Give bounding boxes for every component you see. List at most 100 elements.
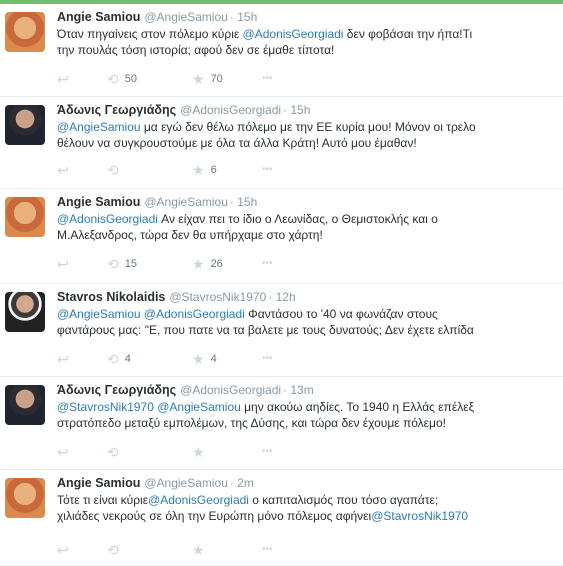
text-segment: την πουλάς τόση ιστορία; αφού δεν σε έμα… bbox=[57, 43, 335, 57]
timestamp[interactable]: · 15h bbox=[283, 103, 310, 117]
retweet-icon: ⟲ bbox=[107, 542, 119, 559]
mention-link[interactable]: @AngieSamiou bbox=[57, 120, 141, 134]
tweet-text-line: φαντάρους μας: "Ε, που πατε να τα βαλετε… bbox=[57, 322, 557, 338]
tweet-text: @AdonisGeorgiadi Αν είχαν πει το ίδιο ο … bbox=[57, 211, 557, 243]
retweet-button[interactable]: ⟲ 15 bbox=[107, 255, 137, 273]
reply-button[interactable]: ↩ bbox=[57, 255, 69, 273]
mention-link[interactable]: @AdonisGeorgiadi bbox=[57, 212, 158, 226]
timestamp[interactable]: · 15h bbox=[230, 195, 257, 209]
retweets-count: 50 bbox=[124, 73, 137, 85]
timestamp[interactable]: · 15h bbox=[230, 10, 257, 24]
mention-link[interactable]: @StavrosNik1970 bbox=[57, 400, 154, 414]
author-handle[interactable]: @AngieSamiou bbox=[144, 476, 228, 490]
more-icon: ••• bbox=[262, 446, 273, 458]
more-button[interactable]: ••• bbox=[262, 350, 273, 368]
text-segment: Όταν πηγαίνεις στον πόλεμο κύριε bbox=[57, 27, 243, 41]
retweet-button[interactable]: ⟲ 50 bbox=[107, 70, 137, 88]
mention-link[interactable]: @AdonisGeorgiadi bbox=[243, 27, 344, 41]
more-button[interactable]: ••• bbox=[262, 70, 273, 88]
more-icon: ••• bbox=[262, 73, 273, 85]
more-button[interactable]: ••• bbox=[262, 255, 273, 273]
star-button[interactable]: ★ 6 bbox=[192, 161, 217, 179]
author-name[interactable]: Angie Samiou bbox=[57, 195, 140, 209]
mention-link[interactable]: @AngieSamiou bbox=[157, 400, 241, 414]
author-name[interactable]: Άδωνις Γεωργιάδης bbox=[57, 383, 176, 397]
tweet[interactable]: Stavros Nikolaidis @StavrosNik1970 · 12h @A… bbox=[0, 284, 563, 377]
tweet-text-line: @AngieSamiou @AdonisGeorgiadi Φαντάσου τ… bbox=[57, 306, 557, 322]
tweet-text-line: την πουλάς τόση ιστορία; αφού δεν σε έμα… bbox=[57, 42, 557, 58]
retweet-icon: ⟲ bbox=[107, 256, 119, 273]
author-handle[interactable]: @AdonisGeorgiadi bbox=[180, 383, 281, 397]
avatar[interactable] bbox=[5, 292, 45, 332]
reply-button[interactable]: ↩ bbox=[57, 161, 69, 179]
favorites-count: 4 bbox=[210, 353, 217, 365]
retweets-count: 4 bbox=[124, 353, 131, 365]
avatar[interactable] bbox=[5, 105, 45, 145]
tweet[interactable]: Angie Samiou @AngieSamiou · 15h Όταν πηγαίν… bbox=[0, 4, 563, 97]
tweet-text-line: χιλιάδες νεκρούς σε όλη την Ευρώπη μόνο … bbox=[57, 508, 557, 524]
author-handle[interactable]: @StavrosNik1970 bbox=[169, 290, 266, 304]
retweet-button[interactable]: ⟲ bbox=[107, 443, 125, 461]
tweet-text-line: Τότε τι είναι κύριε@AdonisGeorgiadi ο κα… bbox=[57, 492, 557, 508]
tweet-header: Angie Samiou @AngieSamiou · 2m bbox=[57, 476, 254, 490]
reply-button[interactable]: ↩ bbox=[57, 350, 69, 368]
mention-link[interactable]: @AdonisGeorgiadi bbox=[144, 307, 245, 321]
timestamp[interactable]: · 2m bbox=[230, 476, 254, 490]
avatar[interactable] bbox=[5, 478, 45, 518]
star-icon: ★ bbox=[192, 256, 205, 273]
more-button[interactable]: ••• bbox=[262, 161, 273, 179]
star-icon: ★ bbox=[192, 71, 205, 88]
star-button[interactable]: ★ 26 bbox=[192, 255, 223, 273]
timestamp[interactable]: · 12h bbox=[268, 290, 295, 304]
author-handle[interactable]: @AngieSamiou bbox=[144, 195, 228, 209]
retweet-icon: ⟲ bbox=[107, 444, 119, 461]
tweet-text-line: @AngieSamiou μα εγώ δεν θέλω πόλεμο με τ… bbox=[57, 119, 557, 135]
avatar[interactable] bbox=[5, 197, 45, 237]
reply-button[interactable]: ↩ bbox=[57, 70, 69, 88]
tweet[interactable]: Angie Samiou @AngieSamiou · 15h @AdonisGeor… bbox=[0, 189, 563, 284]
star-icon: ★ bbox=[192, 444, 205, 461]
tweet[interactable]: Άδωνις Γεωργιάδης @AdonisGeorgiadi · 15h @A… bbox=[0, 97, 563, 189]
tweet-text: Τότε τι είναι κύριε@AdonisGeorgiadi ο κα… bbox=[57, 492, 557, 524]
reply-button[interactable]: ↩ bbox=[57, 541, 69, 559]
retweet-button[interactable]: ⟲ 4 bbox=[107, 350, 131, 368]
reply-icon: ↩ bbox=[57, 351, 69, 368]
retweet-button[interactable]: ⟲ bbox=[107, 161, 125, 179]
tweet-text-line: @AdonisGeorgiadi Αν είχαν πει το ίδιο ο … bbox=[57, 211, 557, 227]
mention-link[interactable]: @AngieSamiou bbox=[57, 307, 141, 321]
reply-icon: ↩ bbox=[57, 256, 69, 273]
star-icon: ★ bbox=[192, 162, 205, 179]
avatar[interactable] bbox=[5, 12, 45, 52]
text-segment: στρατόπεδο μεταξύ εμπολέμων, της Δύσης, … bbox=[57, 416, 446, 430]
reply-button[interactable]: ↩ bbox=[57, 443, 69, 461]
more-button[interactable]: ••• bbox=[262, 443, 273, 461]
more-button[interactable]: ••• bbox=[262, 541, 273, 559]
reply-icon: ↩ bbox=[57, 162, 69, 179]
retweets-count: 15 bbox=[124, 258, 137, 270]
favorites-count: 70 bbox=[210, 73, 223, 85]
tweet-header: Angie Samiou @AngieSamiou · 15h bbox=[57, 10, 257, 24]
author-name[interactable]: Angie Samiou bbox=[57, 10, 140, 24]
retweet-button[interactable]: ⟲ bbox=[107, 541, 125, 559]
text-segment: Φαντάσου το '40 να φωνάζαν στους bbox=[244, 307, 438, 321]
tweet-header: Άδωνις Γεωργιάδης @AdonisGeorgiadi · 13m bbox=[57, 383, 314, 397]
avatar[interactable] bbox=[5, 385, 45, 425]
tweet-text: @StavrosNik1970 @AngieSamiou μην ακούω α… bbox=[57, 399, 557, 431]
star-button[interactable]: ★ 70 bbox=[192, 70, 223, 88]
star-button[interactable]: ★ bbox=[192, 541, 211, 559]
author-name[interactable]: Άδωνις Γεωργιάδης bbox=[57, 103, 176, 117]
tweet[interactable]: Άδωνις Γεωργιάδης @AdonisGeorgiadi · 13m @S… bbox=[0, 377, 563, 470]
author-name[interactable]: Angie Samiou bbox=[57, 476, 140, 490]
author-handle[interactable]: @AdonisGeorgiadi bbox=[180, 103, 281, 117]
author-handle[interactable]: @AngieSamiou bbox=[144, 10, 228, 24]
author-name[interactable]: Stavros Nikolaidis bbox=[57, 290, 165, 304]
star-button[interactable]: ★ 4 bbox=[192, 350, 217, 368]
star-button[interactable]: ★ bbox=[192, 443, 211, 461]
timestamp[interactable]: · 13m bbox=[283, 383, 314, 397]
tweet[interactable]: Angie Samiou @AngieSamiou · 2m Τότε τι είνα… bbox=[0, 470, 563, 566]
tweet-text: @AngieSamiou @AdonisGeorgiadi Φαντάσου τ… bbox=[57, 306, 557, 338]
text-segment: Αν είχαν πει το ίδιο ο Λεωνίδας, ο Θεμισ… bbox=[157, 212, 438, 226]
mention-link[interactable]: @AdonisGeorgiadi bbox=[148, 493, 249, 507]
retweet-icon: ⟲ bbox=[107, 351, 119, 368]
mention-link[interactable]: @StavrosNik1970 bbox=[371, 509, 468, 523]
